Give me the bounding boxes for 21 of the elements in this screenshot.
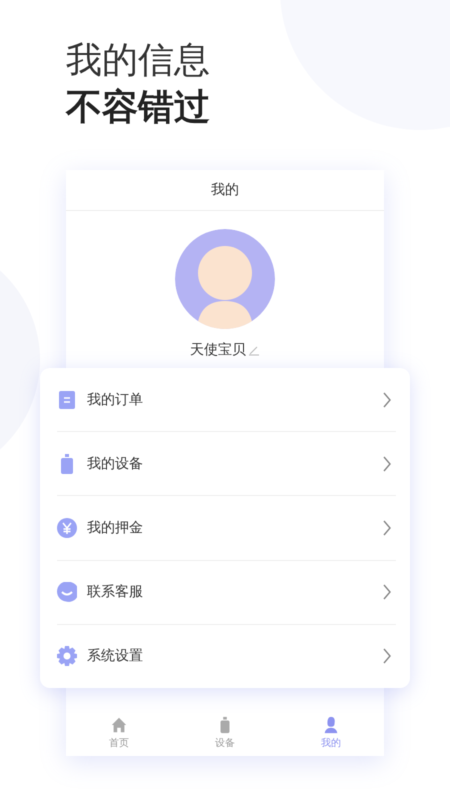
headline: 不容错过 xyxy=(66,86,211,130)
chat-icon xyxy=(57,582,77,602)
screen-title: 我的 xyxy=(66,170,384,211)
headline: 我的信息 xyxy=(66,39,211,83)
document-icon xyxy=(57,390,77,410)
gear-icon xyxy=(57,646,77,666)
profile-name: 天使宝贝 xyxy=(190,341,246,359)
yen-icon xyxy=(57,518,77,538)
menu-item[interactable]: 我的设备 xyxy=(57,432,396,496)
menu-item[interactable]: 系统设置 xyxy=(57,624,396,688)
chevron-icon xyxy=(382,392,392,408)
chevron-icon xyxy=(382,584,392,600)
chevron-icon xyxy=(382,648,392,664)
menu-item[interactable]: 联系客服 xyxy=(57,560,396,625)
chevron-icon xyxy=(382,456,392,472)
person-icon xyxy=(322,716,340,734)
home-icon xyxy=(110,716,128,734)
edit-icon[interactable] xyxy=(248,344,260,356)
menu-item[interactable]: 我的押金 xyxy=(57,496,396,561)
chevron-icon xyxy=(382,520,392,536)
menu-item[interactable]: 我的订单 xyxy=(57,368,396,432)
